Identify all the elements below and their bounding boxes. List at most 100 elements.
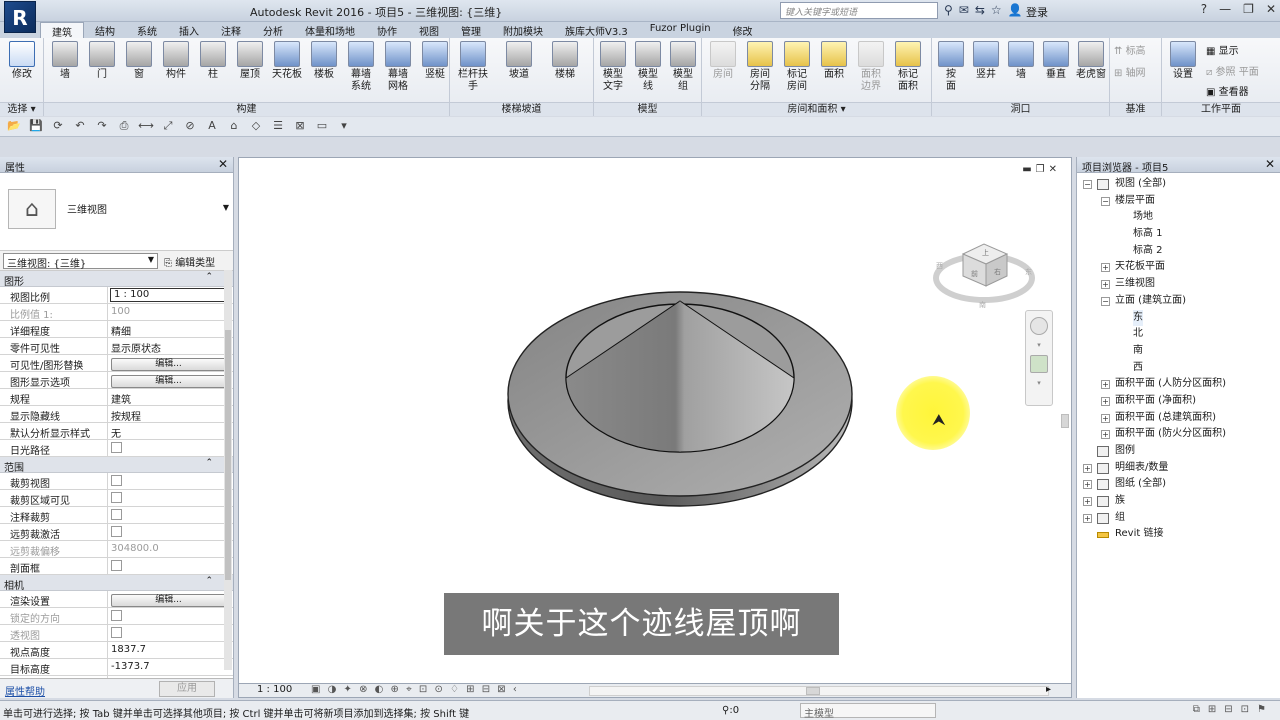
room-button-1[interactable]: 房间 分隔 <box>743 41 777 93</box>
tab-11[interactable]: 族库大师V3.3 <box>554 22 639 38</box>
thin-lines-icon[interactable]: ☰ <box>270 119 286 134</box>
build-button-6[interactable]: 天花板 <box>270 41 304 81</box>
collapse-icon[interactable]: − <box>1101 196 1110 206</box>
drawing-area[interactable]: ▬ ❐ ✕ 上 前 右 西 东 南 ▾ ▾ ⮝ 啊关于这个迹线屋顶啊 <box>238 157 1072 684</box>
subscription-icon[interactable]: ✉ <box>959 3 969 17</box>
tree-node[interactable]: − 楼层平面 <box>1077 193 1280 210</box>
property-value[interactable]: 按规程 <box>108 406 233 422</box>
scroll-right-icon[interactable]: ▸ <box>1046 684 1051 695</box>
measure-icon[interactable]: ⟷ <box>138 119 154 134</box>
room-button-0[interactable]: 房间 <box>706 41 740 81</box>
steering-wheel-icon[interactable] <box>1030 317 1048 335</box>
expand-icon[interactable]: + <box>1101 280 1110 290</box>
edit-button[interactable]: 编辑... <box>111 358 226 371</box>
property-value[interactable]: -1373.7 <box>108 659 233 675</box>
tree-node[interactable]: 南 <box>1077 343 1280 360</box>
show-workplane-button[interactable]: ▦ 显示 <box>1206 42 1239 57</box>
tree-node[interactable]: 标高 1 <box>1077 226 1280 243</box>
tree-node[interactable]: + 面积平面 (总建筑面积) <box>1077 410 1280 427</box>
tab-10[interactable]: 附加模块 <box>492 22 554 38</box>
checkbox[interactable] <box>111 442 122 453</box>
property-section-header[interactable]: 相机 ⌃ <box>0 575 233 592</box>
property-value[interactable]: 编辑... <box>108 355 233 371</box>
property-value[interactable]: 精细 <box>108 321 233 337</box>
tree-node[interactable]: 场地 <box>1077 209 1280 226</box>
tab-1[interactable]: 结构 <box>84 22 126 38</box>
tab-5[interactable]: 分析 <box>252 22 294 38</box>
property-value[interactable] <box>108 440 233 456</box>
collapse-icon[interactable]: − <box>1101 296 1110 306</box>
hip-roof-model[interactable] <box>507 291 853 507</box>
zoom-icon[interactable] <box>1030 355 1048 373</box>
opening-button-3[interactable]: 垂直 <box>1039 41 1073 81</box>
tab-13[interactable]: 修改 <box>722 22 764 38</box>
checkbox[interactable] <box>111 475 122 486</box>
switch-windows-icon[interactable]: ▭ <box>314 119 330 134</box>
restore-icon[interactable]: ❐ <box>1243 2 1254 16</box>
expand-icon[interactable]: + <box>1101 380 1110 390</box>
chevron-down-icon[interactable]: ▾ <box>1026 379 1052 387</box>
tree-node[interactable]: Revit 链接 <box>1077 526 1280 543</box>
grid-button[interactable]: ⊞ 轴网 <box>1114 64 1146 79</box>
opening-button-2[interactable]: 墙 <box>1004 41 1038 81</box>
help-icon[interactable]: ? <box>1201 2 1207 16</box>
select-panel-title[interactable]: 选择 ▾ <box>0 102 43 116</box>
ref-plane-button[interactable]: ⧄ 参照 平面 <box>1206 63 1259 78</box>
tab-8[interactable]: 视图 <box>408 22 450 38</box>
save-icon[interactable]: 💾 <box>28 119 44 134</box>
open-icon[interactable]: 📂 <box>6 119 22 134</box>
build-button-1[interactable]: 门 <box>85 41 119 81</box>
tree-node[interactable]: + 组 <box>1077 510 1280 527</box>
properties-help-link[interactable]: 属性帮助 <box>5 683 45 698</box>
view-scale[interactable]: 1 : 100 <box>257 684 292 695</box>
type-selector[interactable]: ⌂ 三维视图 ▼ <box>0 173 233 251</box>
collapse-icon[interactable]: − <box>1083 180 1092 189</box>
tree-node[interactable]: 标高 2 <box>1077 243 1280 260</box>
room-button-4[interactable]: 面积 边界 <box>854 41 888 93</box>
tab-4[interactable]: 注释 <box>210 22 252 38</box>
property-value[interactable] <box>108 507 233 523</box>
tree-node[interactable]: − 视图 (全部) <box>1077 176 1280 193</box>
expand-icon[interactable]: + <box>1083 497 1092 507</box>
build-button-5[interactable]: 屋顶 <box>233 41 267 81</box>
tree-node[interactable]: 图例 <box>1077 443 1280 460</box>
edit-button[interactable]: 编辑... <box>111 594 226 607</box>
property-value[interactable]: 1837.7 <box>108 642 233 658</box>
close-hidden-icon[interactable]: ⊠ <box>292 119 308 134</box>
tree-node[interactable]: 东 <box>1077 309 1280 327</box>
property-value[interactable] <box>108 473 233 489</box>
text-icon[interactable]: A <box>204 119 220 134</box>
property-section-header[interactable]: 范围 ⌃ <box>0 457 233 474</box>
model-button-1[interactable]: 模型 线 <box>631 41 665 93</box>
chevron-down-icon[interactable]: ▾ <box>1026 341 1052 349</box>
model-button-0[interactable]: 模型 文字 <box>596 41 630 93</box>
build-button-8[interactable]: 幕墙 系统 <box>344 41 378 93</box>
checkbox[interactable] <box>111 560 122 571</box>
tab-2[interactable]: 系统 <box>126 22 168 38</box>
tab-7[interactable]: 协作 <box>366 22 408 38</box>
tree-node[interactable]: + 图纸 (全部) <box>1077 476 1280 493</box>
scroll-thumb[interactable] <box>1061 414 1069 428</box>
expand-icon[interactable]: + <box>1101 413 1110 423</box>
tab-0[interactable]: 建筑 <box>40 22 84 39</box>
redo-icon[interactable]: ↷ <box>94 119 110 134</box>
tree-node[interactable]: + 明细表/数量 <box>1077 460 1280 477</box>
expand-icon[interactable]: + <box>1101 430 1110 440</box>
binoculars-icon[interactable]: ⚲ <box>944 3 953 17</box>
tree-node[interactable]: − 立面 (建筑立面) <box>1077 293 1280 310</box>
section-icon[interactable]: ◇ <box>248 119 264 134</box>
modify-button[interactable]: 修改 <box>5 41 39 81</box>
room-button-3[interactable]: 面积 <box>817 41 851 81</box>
close-icon[interactable]: ✕ <box>218 157 228 171</box>
favorites-icon[interactable]: ☆ <box>991 3 1002 17</box>
room-button-2[interactable]: 标记 房间 <box>780 41 814 93</box>
viewcube[interactable]: 上 前 右 西 东 南 <box>933 228 1035 310</box>
property-value[interactable] <box>108 490 233 506</box>
property-value[interactable] <box>108 524 233 540</box>
room-area-panel-title[interactable]: 房间和面积 ▾ <box>702 102 931 116</box>
tree-node[interactable]: + 族 <box>1077 493 1280 510</box>
property-value[interactable] <box>108 558 233 574</box>
opening-button-4[interactable]: 老虎窗 <box>1074 41 1108 81</box>
checkbox[interactable] <box>111 509 122 520</box>
expand-icon[interactable]: + <box>1101 263 1110 273</box>
